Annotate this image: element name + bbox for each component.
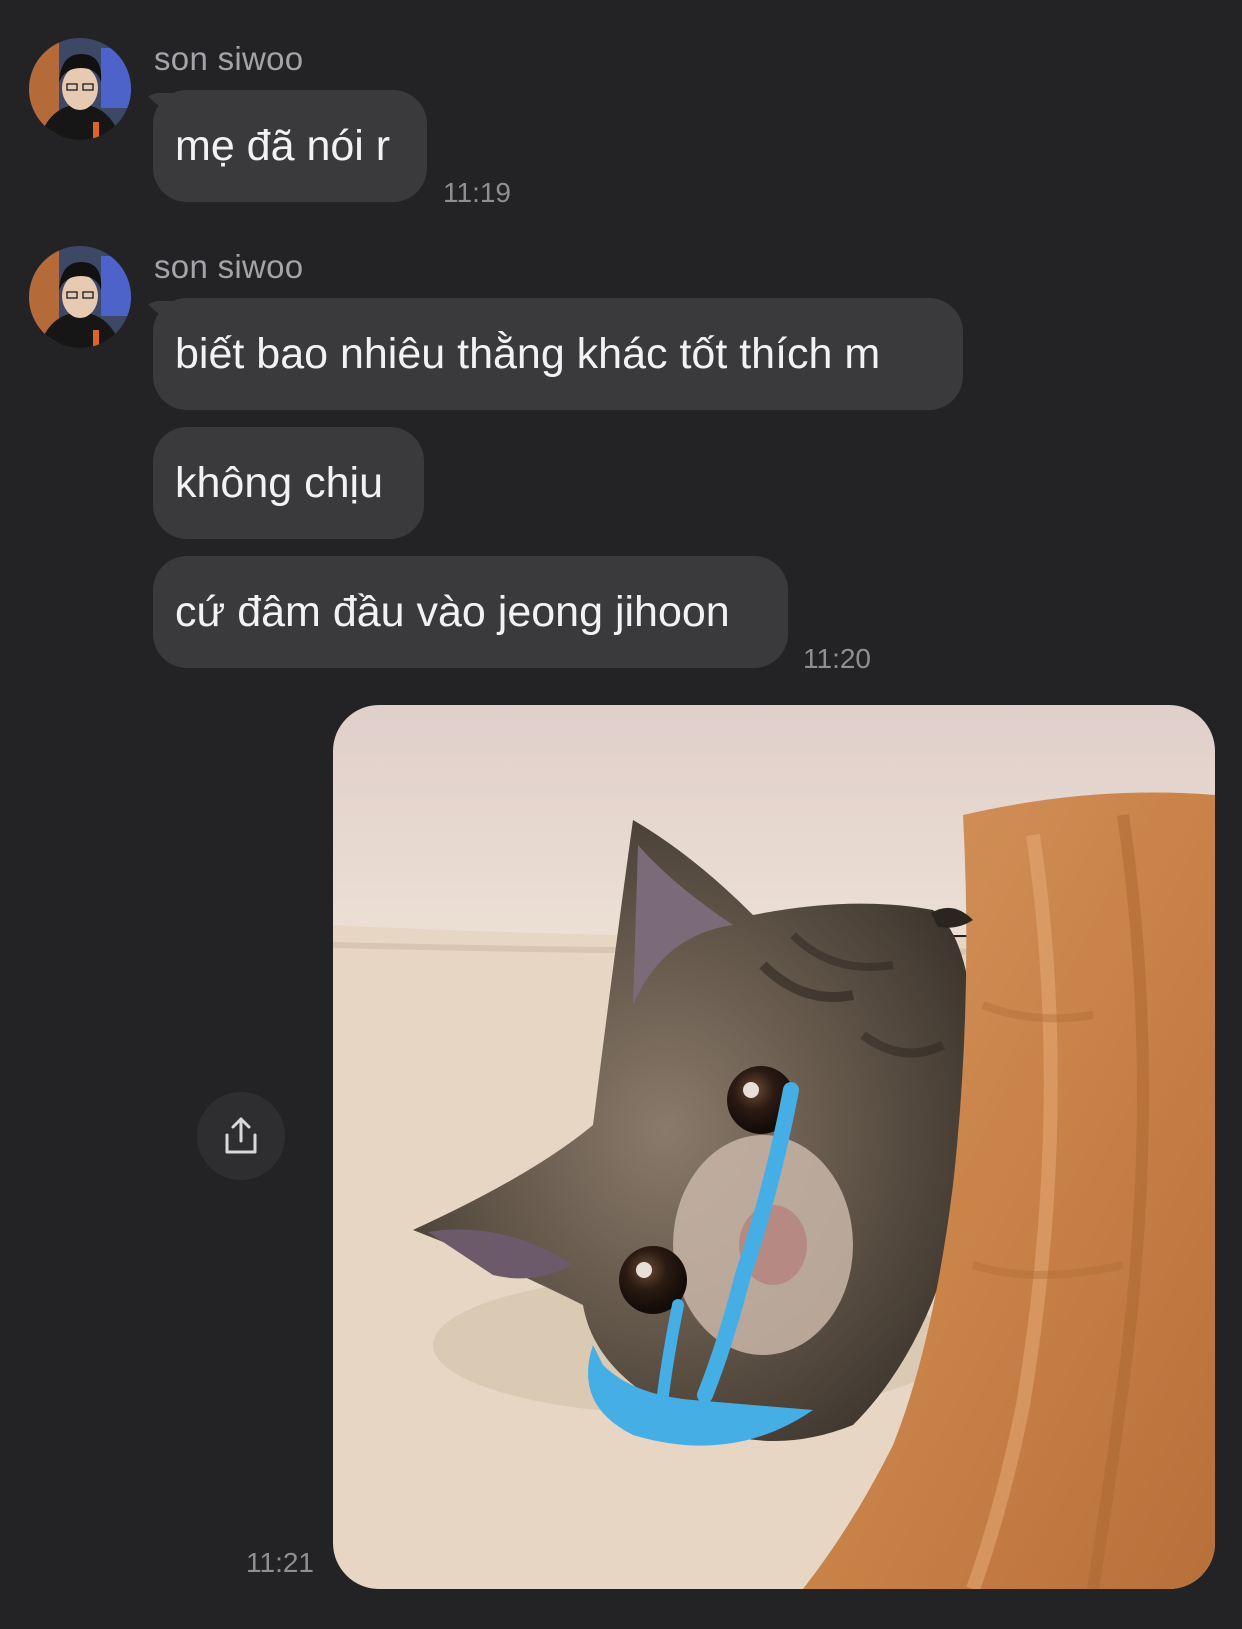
avatar[interactable] bbox=[29, 246, 131, 348]
message-bubble[interactable]: cứ đâm đầu vào jeong jihoon bbox=[153, 556, 788, 668]
photo-timestamp: 11:21 bbox=[246, 1547, 314, 1578]
message-bubble[interactable]: biết bao nhiêu thằng khác tốt thích m bbox=[153, 298, 963, 410]
sender-name: son siwoo bbox=[154, 40, 304, 77]
share-icon bbox=[225, 1117, 257, 1154]
avatar-photo bbox=[29, 38, 131, 140]
crying-cat-image bbox=[333, 705, 1215, 1589]
message-bubble[interactable]: mẹ đã nói r bbox=[153, 90, 427, 202]
share-button[interactable] bbox=[197, 1092, 285, 1180]
avatar[interactable] bbox=[29, 38, 131, 140]
avatar-photo bbox=[29, 246, 131, 348]
message-timestamp: 11:19 bbox=[443, 177, 511, 208]
message-timestamp: 11:20 bbox=[803, 643, 871, 674]
message-bubble[interactable]: không chịu bbox=[153, 427, 424, 539]
sent-photo[interactable] bbox=[333, 705, 1215, 1589]
sender-name: son siwoo bbox=[154, 248, 304, 285]
